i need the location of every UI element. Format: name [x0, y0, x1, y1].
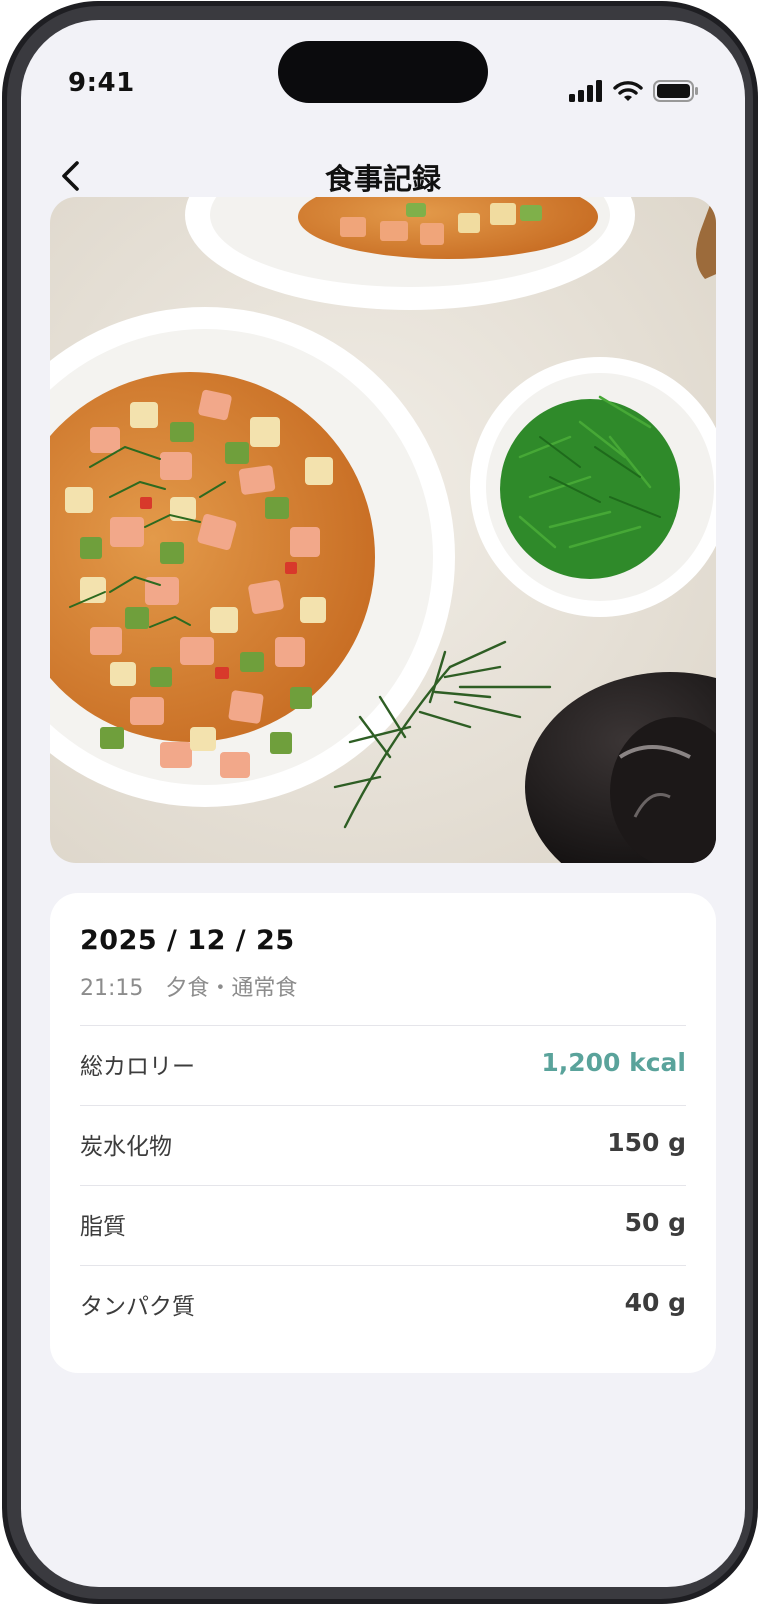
carbohydrate-label: 炭水化物 — [80, 1134, 172, 1160]
protein-value: 40 g — [624, 1288, 686, 1317]
divider — [80, 1185, 686, 1186]
cellular-signal-icon — [569, 80, 602, 102]
meal-photo-illustration — [50, 197, 716, 863]
record-date: 2025 / 12 / 25 — [80, 925, 295, 956]
calorie-value: 1,200 kcal — [541, 1048, 686, 1077]
divider — [80, 1265, 686, 1266]
phone-frame: 9:41 食事記録 2025 / 12 / 25 21:15 夕食・通常食 総カ… — [2, 1, 758, 1604]
fat-value: 50 g — [624, 1208, 686, 1237]
wifi-icon — [613, 81, 643, 101]
status-icons — [569, 80, 699, 102]
protein-label: タンパク質 — [80, 1294, 195, 1320]
divider — [80, 1025, 686, 1026]
carbohydrate-value: 150 g — [607, 1128, 686, 1157]
battery-icon — [653, 80, 698, 102]
meal-record-card: 2025 / 12 / 25 21:15 夕食・通常食 総カロリー 1,200 … — [50, 893, 716, 1373]
fat-label: 脂質 — [80, 1214, 126, 1240]
calorie-label: 総カロリー — [80, 1054, 195, 1080]
divider — [80, 1105, 686, 1106]
screen: 9:41 食事記録 2025 / 12 / 25 21:15 夕食・通常食 総カ… — [21, 20, 745, 1587]
status-time: 9:41 — [68, 68, 135, 98]
page-title: 食事記録 — [324, 162, 441, 196]
dynamic-island — [278, 41, 488, 103]
meal-photo — [50, 197, 716, 863]
record-time-type: 21:15 夕食・通常食 — [80, 976, 298, 1001]
